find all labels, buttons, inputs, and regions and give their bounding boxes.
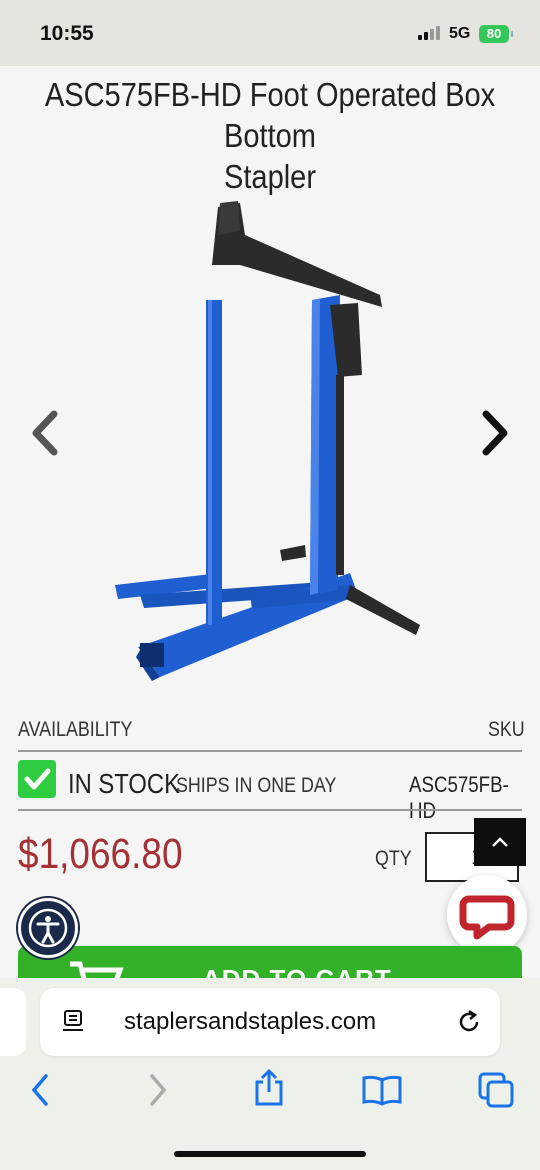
reader-icon[interactable] <box>60 1008 88 1036</box>
divider <box>18 809 522 811</box>
chevron-right-icon[interactable] <box>478 408 512 458</box>
sku-value: ASC575FB-HD <box>409 772 509 823</box>
divider <box>18 750 522 752</box>
title-line-1: ASC575FB-HD Foot Operated Box Bottom <box>44 76 496 154</box>
chevron-up-icon <box>492 837 508 847</box>
chevron-left-icon[interactable] <box>28 408 62 458</box>
checkmark-icon <box>18 760 56 798</box>
reload-icon[interactable] <box>454 1007 484 1037</box>
product-image[interactable] <box>100 195 440 685</box>
stock-status: IN STOCK <box>68 768 180 799</box>
ship-note: SHIPS IN ONE DAY <box>176 774 337 797</box>
status-bar: 10:55 5G 80 <box>0 0 540 66</box>
status-time: 10:55 <box>40 22 94 45</box>
url-text: staplersandstaples.com <box>124 1008 377 1035</box>
sku-label: SKU <box>488 718 525 741</box>
page-title: ASC575FB-HD Foot Operated Box Bottom Sta… <box>32 74 507 197</box>
availability-label: AVAILABILITY <box>18 718 133 741</box>
address-bar[interactable]: staplersandstaples.com <box>40 988 500 1056</box>
tabs-icon[interactable] <box>476 1070 516 1110</box>
product-price: $1,066.80 <box>18 830 183 878</box>
chat-button[interactable] <box>447 875 527 955</box>
chat-icon <box>459 895 515 940</box>
scroll-to-top-button[interactable] <box>474 818 526 866</box>
qty-label: QTY <box>375 847 412 870</box>
battery-level: 80 <box>486 26 502 41</box>
title-line-2: Stapler <box>223 158 317 195</box>
accessibility-button[interactable] <box>18 898 78 958</box>
previous-tab-preview[interactable] <box>0 988 26 1056</box>
network-label: 5G <box>449 25 471 42</box>
bookmarks-icon[interactable] <box>361 1074 403 1108</box>
browser-toolbar: staplersandstaples.com <box>0 978 540 1170</box>
back-icon[interactable] <box>26 1072 56 1108</box>
signal-icon <box>418 26 440 40</box>
battery-icon: 80 <box>479 25 513 43</box>
share-icon[interactable] <box>251 1068 287 1108</box>
forward-icon[interactable] <box>142 1072 172 1108</box>
accessibility-icon <box>28 908 68 948</box>
home-indicator <box>174 1151 366 1157</box>
